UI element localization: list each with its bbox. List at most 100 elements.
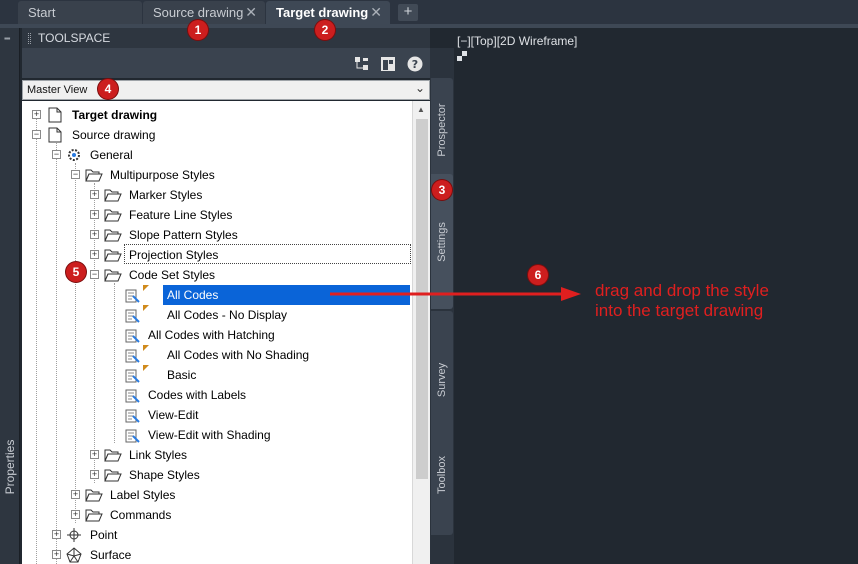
master-view-dropdown[interactable]: Master View ⌄ xyxy=(22,80,430,100)
tree-item-label: Commands xyxy=(110,508,172,522)
viewport-controls[interactable]: [−][Top][2D Wireframe] xyxy=(457,34,577,48)
expand-icon[interactable]: + xyxy=(32,110,41,119)
style-icon xyxy=(125,389,140,403)
tree-item-label: Label Styles xyxy=(110,488,176,502)
tree-item-label: View-Edit xyxy=(148,408,199,422)
tree-item-label: Codes with Labels xyxy=(148,388,247,402)
tree-item-label: Shape Styles xyxy=(129,468,200,482)
properties-label[interactable]: Properties xyxy=(3,435,17,499)
expand-icon[interactable]: + xyxy=(71,490,80,499)
tab-toolbox-label: Toolbox xyxy=(436,456,448,494)
toolspace-toolbar: ? xyxy=(22,48,430,78)
close-icon[interactable]: ✕ xyxy=(370,4,382,21)
annotation-badge-6: 6 xyxy=(528,265,548,285)
folder-open-icon xyxy=(104,249,122,262)
master-view-value: Master View xyxy=(27,84,88,96)
expand-icon[interactable]: + xyxy=(90,210,99,219)
tab-start[interactable]: Start xyxy=(18,1,142,24)
expand-icon[interactable]: + xyxy=(90,470,99,479)
document-tab-bar: Start Source drawing ✕ Target drawing ✕ … xyxy=(0,0,858,24)
expand-icon[interactable]: + xyxy=(90,450,99,459)
tree-item-label: Multipurpose Styles xyxy=(110,168,215,182)
callout-line-1: drag and drop the style xyxy=(595,281,769,300)
folder-open-icon xyxy=(85,169,103,182)
drawing-icon xyxy=(48,127,62,143)
tab-toolbox[interactable]: Toolbox xyxy=(431,415,453,535)
folder-open-icon xyxy=(104,209,122,222)
tree-item-label: Source drawing xyxy=(72,128,156,142)
style-icon xyxy=(125,349,140,363)
annotation-badge-1: 1 xyxy=(188,20,208,40)
collapse-icon[interactable]: − xyxy=(52,150,61,159)
chevron-down-icon[interactable]: ⌄ xyxy=(415,81,425,95)
folder-open-icon xyxy=(104,449,122,462)
close-icon[interactable]: ✕ xyxy=(245,4,257,21)
tree-line xyxy=(36,115,37,564)
folder-open-icon xyxy=(85,509,103,522)
tree-line xyxy=(75,163,76,523)
tree-item-label: Link Styles xyxy=(129,448,188,462)
folder-open-icon xyxy=(104,269,122,282)
modified-flag-icon xyxy=(143,305,149,311)
modified-flag-icon xyxy=(143,345,149,351)
tree-item-label: All Codes with Hatching xyxy=(148,328,275,342)
tree-line xyxy=(114,283,115,443)
expand-icon[interactable]: + xyxy=(90,230,99,239)
annotation-badge-2: 2 xyxy=(315,20,335,40)
tree-line xyxy=(94,183,95,483)
tree-item-label: Surface xyxy=(90,548,132,562)
tree-item-label: Target drawing xyxy=(72,108,158,122)
item-view-icon[interactable] xyxy=(380,56,396,72)
style-icon xyxy=(125,369,140,383)
expand-icon[interactable]: + xyxy=(90,190,99,199)
expand-icon[interactable]: + xyxy=(52,530,61,539)
style-icon xyxy=(125,289,140,303)
folder-open-icon xyxy=(104,469,122,482)
annotation-badge-3: 3 xyxy=(432,180,452,200)
collapse-icon[interactable]: − xyxy=(71,170,80,179)
collapse-icon[interactable]: − xyxy=(32,130,41,139)
tree-item-label: General xyxy=(90,148,133,162)
style-icon xyxy=(125,429,140,443)
help-icon[interactable]: ? xyxy=(407,56,423,72)
tree-item-label: All Codes with No Shading xyxy=(167,348,310,362)
surface-icon xyxy=(66,547,82,563)
grip-icon[interactable] xyxy=(28,33,31,44)
expand-icon[interactable]: + xyxy=(52,550,61,559)
drawing-icon xyxy=(48,107,62,123)
folder-open-icon xyxy=(85,489,103,502)
scroll-up-icon[interactable]: ▲ xyxy=(417,105,425,114)
tree-item-label: Projection Styles xyxy=(129,248,219,262)
expand-icon[interactable]: + xyxy=(90,250,99,259)
tree-view-icon[interactable] xyxy=(354,56,370,72)
folder-open-icon xyxy=(104,189,122,202)
ucs-icon xyxy=(457,51,467,61)
expand-icon[interactable]: + xyxy=(71,510,80,519)
tab-settings-label: Settings xyxy=(436,221,448,262)
tree-item-label: Point xyxy=(90,528,118,542)
tab-source-drawing[interactable]: Source drawing ✕ xyxy=(143,1,265,24)
tree-line xyxy=(56,143,57,564)
toolspace-title: TOOLSPACE xyxy=(38,31,111,45)
tab-survey-label: Survey xyxy=(436,362,448,398)
properties-palette-strip[interactable]: ▪▪▪ Properties xyxy=(0,28,20,564)
prospector-tree: + Target drawing − Source drawing − Gene… xyxy=(22,101,412,564)
style-icon xyxy=(125,309,140,323)
tree-item-label: Basic xyxy=(167,368,197,382)
style-icon xyxy=(125,409,140,423)
tree-item-label: Code Set Styles xyxy=(129,268,216,282)
annotation-badge-4: 4 xyxy=(98,79,118,99)
point-icon xyxy=(67,528,81,542)
tab-prospector[interactable]: Prospector xyxy=(431,78,453,182)
tree-scrollbar[interactable]: ▲ xyxy=(412,101,430,564)
new-tab-button[interactable]: + xyxy=(398,4,418,21)
gear-icon xyxy=(68,149,80,161)
grip-icon[interactable]: ▪▪▪ xyxy=(4,34,10,43)
tab-source-drawing-label: Source drawing xyxy=(153,5,244,20)
toolspace-header[interactable]: TOOLSPACE xyxy=(22,28,430,48)
drag-arrow xyxy=(330,287,581,301)
callout-line-2: into the target drawing xyxy=(595,301,764,320)
tree-item-label: Feature Line Styles xyxy=(129,208,233,222)
collapse-icon[interactable]: − xyxy=(90,270,99,279)
tab-start-label: Start xyxy=(28,5,56,20)
